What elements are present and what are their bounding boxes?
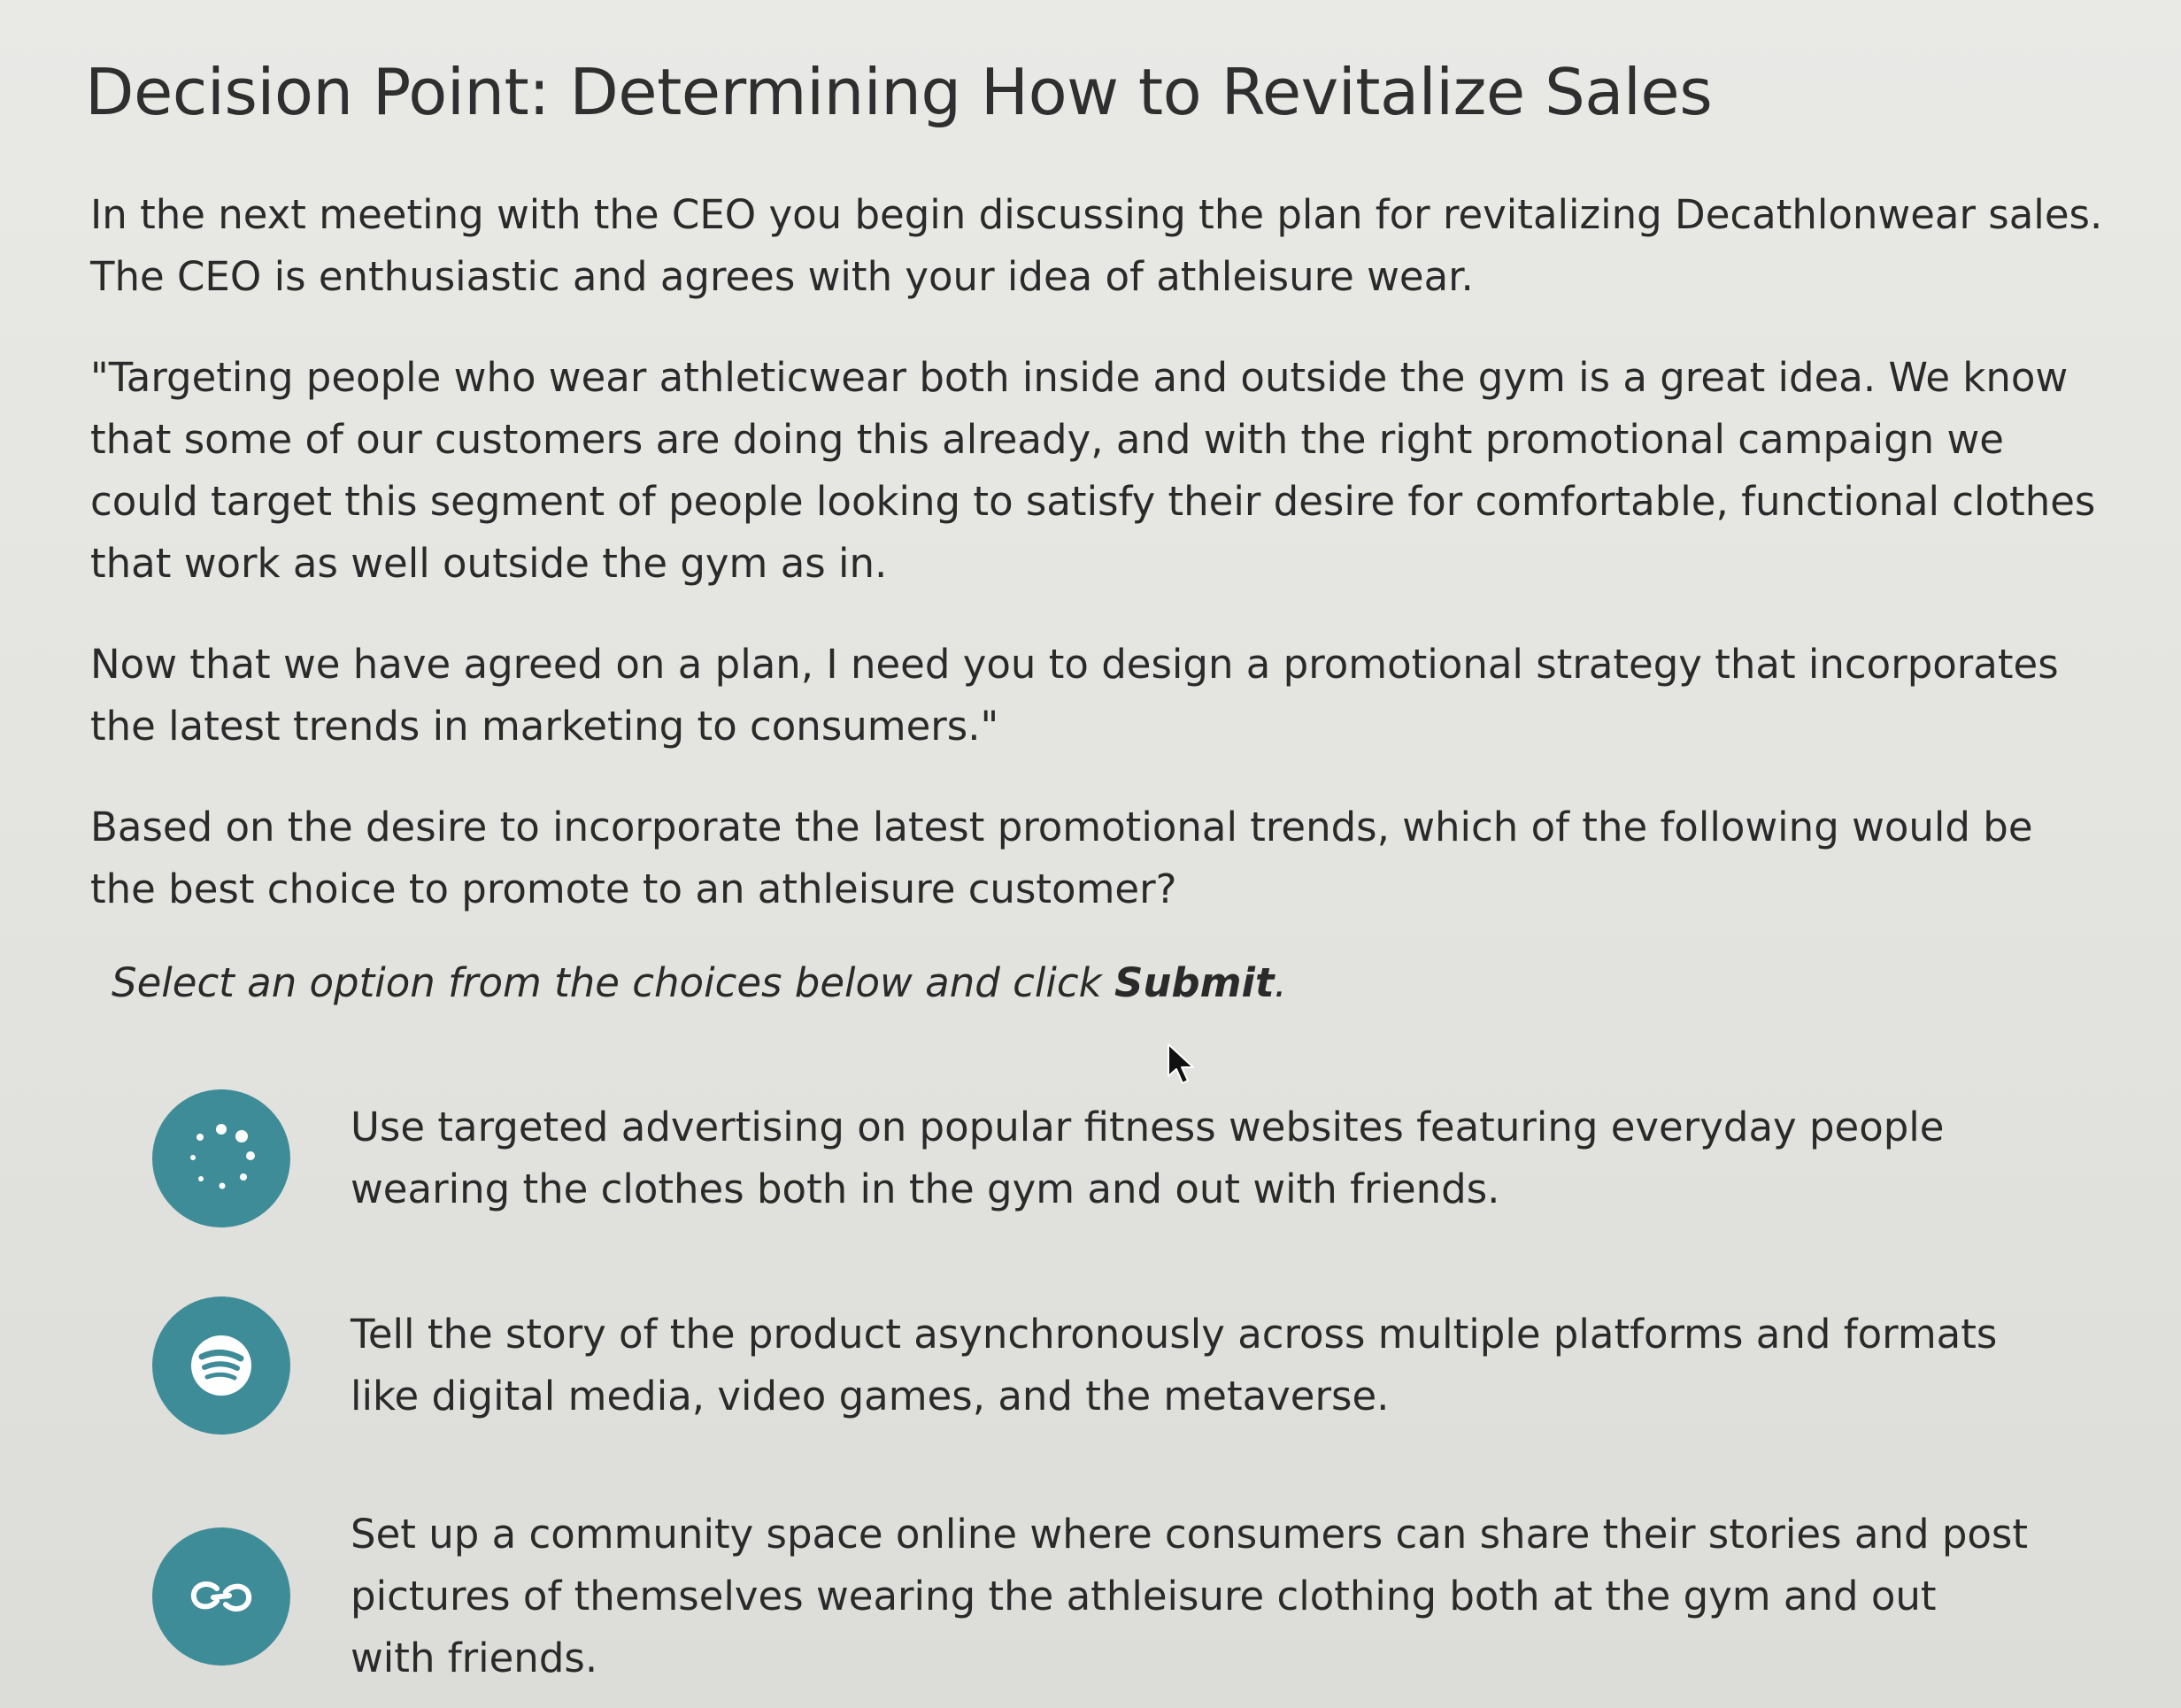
broadcast-lines-icon[interactable]	[152, 1296, 290, 1435]
option-targeted-advertising[interactable]: Use targeted advertising on popular fitn…	[152, 1089, 2110, 1227]
ceo-request-paragraph: Now that we have agreed on a plan, I nee…	[90, 641, 2059, 750]
link-icon[interactable]	[152, 1527, 290, 1666]
option-text: Use targeted advertising on popular fitn…	[351, 1104, 1945, 1212]
option-text: Set up a community space online where co…	[351, 1511, 2029, 1681]
intro-paragraph: In the next meeting with the CEO you beg…	[90, 191, 2103, 300]
question-paragraph: Based on the desire to incorporate the l…	[90, 804, 2033, 912]
instruction-submit-word: Submit	[1114, 959, 1275, 1006]
mouse-cursor-icon	[1168, 1043, 1194, 1084]
ceo-quote-paragraph: "Targeting people who wear athleticwear …	[90, 354, 2096, 587]
option-transmedia-storytelling[interactable]: Tell the story of the product asynchrono…	[152, 1296, 2110, 1435]
page-title: Decision Point: Determining How to Revit…	[85, 55, 1713, 129]
option-text: Tell the story of the product asynchrono…	[351, 1311, 1998, 1419]
answer-options: Use targeted advertising on popular fitn…	[85, 1089, 2110, 1689]
instruction-prefix: Select an option from the choices below …	[112, 959, 1114, 1006]
option-community-space[interactable]: Set up a community space online where co…	[152, 1504, 2110, 1689]
instruction-text: Select an option from the choices below …	[112, 959, 2110, 1006]
dots-circle-icon[interactable]	[152, 1089, 290, 1227]
decision-point-page: Decision Point: Determining How to Revit…	[0, 0, 2181, 1708]
instruction-suffix: .	[1274, 959, 1287, 1006]
